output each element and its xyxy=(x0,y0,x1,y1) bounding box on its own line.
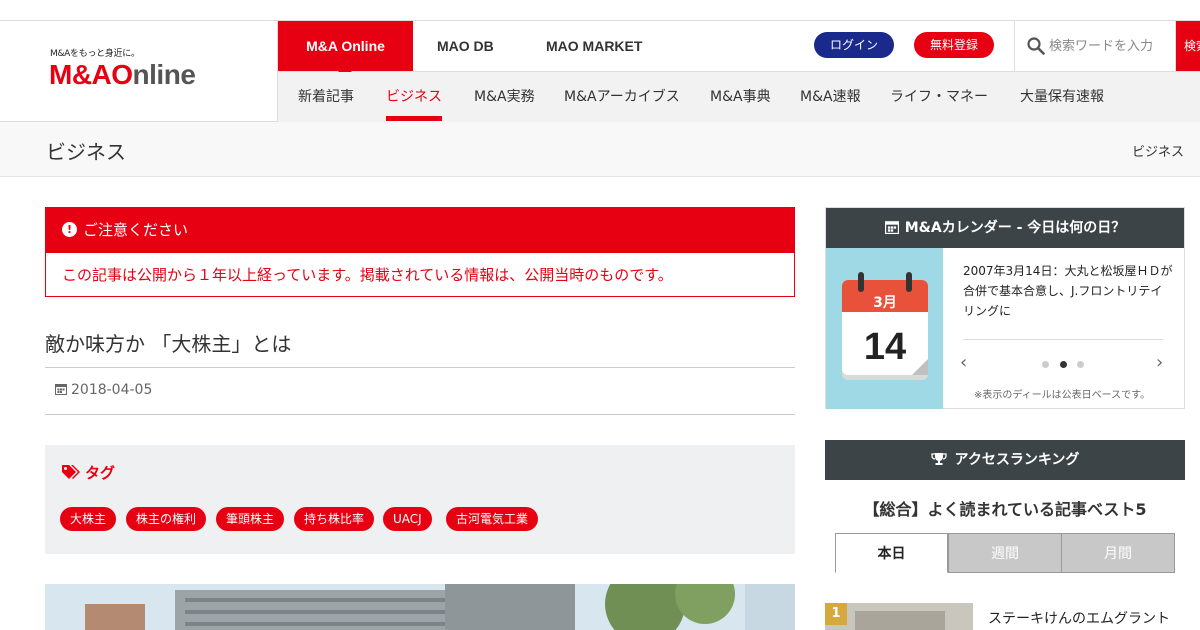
notice-box: ! ご注意ください この記事は公開から１年以上経っています。掲載されている情報は、… xyxy=(45,207,795,297)
subnav-ma-news[interactable]: M&A速報 xyxy=(800,72,861,122)
carousel-dot-active[interactable] xyxy=(1060,361,1067,368)
subnav-new-articles[interactable]: 新着記事 xyxy=(298,72,354,122)
calendar-note: ※表示のディールは公表日ベースです。 xyxy=(974,390,1151,401)
logo-area[interactable]: M&Aをもっと身近に。 M&AOnline xyxy=(0,21,278,122)
subnav-active-indicator xyxy=(386,116,442,121)
divider xyxy=(963,339,1163,340)
tab-mao-market[interactable]: MAO MARKET xyxy=(546,21,642,71)
trophy-icon xyxy=(930,452,947,465)
login-button[interactable]: ログイン xyxy=(814,32,894,58)
date-text: 2018-04-05 xyxy=(71,382,153,398)
calendar-day: 14 xyxy=(864,326,906,368)
article-title: 敵か味方か 「大株主」とは xyxy=(45,332,292,356)
chevron-right-icon[interactable]: › xyxy=(1156,352,1163,373)
divider xyxy=(45,414,795,415)
page-title: ビジネス xyxy=(46,140,126,164)
carousel-dot[interactable] xyxy=(1042,361,1049,368)
tab-ma-online[interactable]: M&A Online xyxy=(278,21,413,78)
building-photo xyxy=(45,584,795,630)
ranking-thumbnail-image xyxy=(825,603,973,630)
tag-icon xyxy=(62,465,80,479)
main-nav: M&A Online MAO DB MAO MARKET ログイン 無料登録 検… xyxy=(278,21,1200,78)
tab-today[interactable]: 本日 xyxy=(835,533,948,573)
article-date: 2018-04-05 xyxy=(55,382,152,398)
top-bar xyxy=(0,0,1200,20)
exclamation-circle-icon: ! xyxy=(62,221,77,237)
ranking-heading: アクセスランキング xyxy=(954,452,1080,468)
ranking-item[interactable]: 1 ステーキけんのエムグラント xyxy=(825,603,1185,630)
search-box xyxy=(1014,21,1176,71)
notice-body: この記事は公開から１年以上経っています。掲載されている情報は、公開当時のものです… xyxy=(62,266,673,284)
logo-text-o: O xyxy=(111,59,133,90)
category-header: ビジネス ビジネス xyxy=(0,122,1200,177)
divider xyxy=(45,367,795,368)
tags-panel: タグ 大株主 株主の権利 筆頭株主 持ち株比率 UACJ 古河電気工業 xyxy=(45,445,795,554)
calendar-icon xyxy=(884,220,899,234)
calendar-month: 3月 xyxy=(873,295,897,311)
breadcrumb[interactable]: ビジネス xyxy=(1132,141,1184,160)
tag-chip[interactable]: 古河電気工業 xyxy=(446,507,539,531)
tag-chip[interactable]: 大株主 xyxy=(60,507,117,531)
search-icon xyxy=(1027,37,1045,55)
ranking-tabs: 本日 週間 月間 xyxy=(835,533,1175,573)
subnav-ma-practice[interactable]: M&A実務 xyxy=(474,72,535,122)
logo-tagline: M&Aをもっと身近に。 xyxy=(50,49,140,59)
logo-text-ma: M&A xyxy=(49,59,112,90)
site-logo[interactable]: M&AOnline xyxy=(49,59,196,91)
notice-heading: ご注意ください xyxy=(83,221,189,239)
tab-mao-db[interactable]: MAO DB xyxy=(437,21,494,71)
tag-chip[interactable]: 持ち株比率 xyxy=(294,507,375,531)
sub-nav: 新着記事 ビジネス M&A実務 M&Aアーカイブス M&A事典 M&A速報 ライ… xyxy=(278,72,1200,122)
tags-heading: タグ xyxy=(61,462,115,483)
subnav-large-holdings[interactable]: 大量保有速報 xyxy=(1020,72,1104,122)
ma-calendar-widget: M&Aカレンダー - 今日は何の日？ 3月 14 2007年3月14日：大丸と松… xyxy=(825,207,1185,409)
tag-chip[interactable]: 株主の権利 xyxy=(126,507,207,531)
ranking-item-title[interactable]: ステーキけんのエムグラント xyxy=(988,608,1170,628)
carousel-dot[interactable] xyxy=(1077,361,1084,368)
tear-off-calendar-icon: 3月 14 xyxy=(842,272,928,380)
subnav-ma-dictionary[interactable]: M&A事典 xyxy=(710,72,771,122)
search-button[interactable]: 検索 xyxy=(1176,21,1200,71)
tag-chip[interactable]: 筆頭株主 xyxy=(216,507,285,531)
rank-number: 1 xyxy=(825,603,847,625)
calendar-entry[interactable]: 2007年3月14日：大丸と松坂屋ＨＤが合併で基本合意し、J.フロントリテイリン… xyxy=(963,261,1173,321)
calendar-icon xyxy=(55,383,67,395)
tag-chip[interactable]: UACJ xyxy=(383,507,432,531)
ranking-header: アクセスランキング xyxy=(825,440,1185,480)
subnav-ma-archives[interactable]: M&Aアーカイブス xyxy=(564,72,680,122)
chevron-left-icon[interactable]: ‹ xyxy=(960,352,967,373)
tab-monthly[interactable]: 月間 xyxy=(1061,533,1175,573)
logo-text-nline: nline xyxy=(132,59,196,90)
calendar-heading: M&Aカレンダー - 今日は何の日？ xyxy=(904,220,1126,236)
search-input[interactable] xyxy=(1049,33,1169,59)
notice-header: ! ご注意ください xyxy=(46,208,794,253)
subnav-life-money[interactable]: ライフ・マネー xyxy=(890,72,988,122)
ranking-title: 【総合】よく読まれている記事ベスト5 xyxy=(863,500,1147,519)
article-hero-image xyxy=(45,584,795,630)
tags-heading-label: タグ xyxy=(85,464,116,482)
ranking-thumbnail[interactable] xyxy=(825,603,973,630)
calendar-date-panel: 3月 14 xyxy=(826,248,943,409)
tab-weekly[interactable]: 週間 xyxy=(948,533,1062,573)
calendar-widget-header: M&Aカレンダー - 今日は何の日？ xyxy=(826,208,1184,248)
subnav-business[interactable]: ビジネス xyxy=(386,72,442,122)
register-button[interactable]: 無料登録 xyxy=(914,32,994,58)
site-header: M&Aをもっと身近に。 M&AOnline M&A Online MAO DB … xyxy=(0,20,1200,122)
